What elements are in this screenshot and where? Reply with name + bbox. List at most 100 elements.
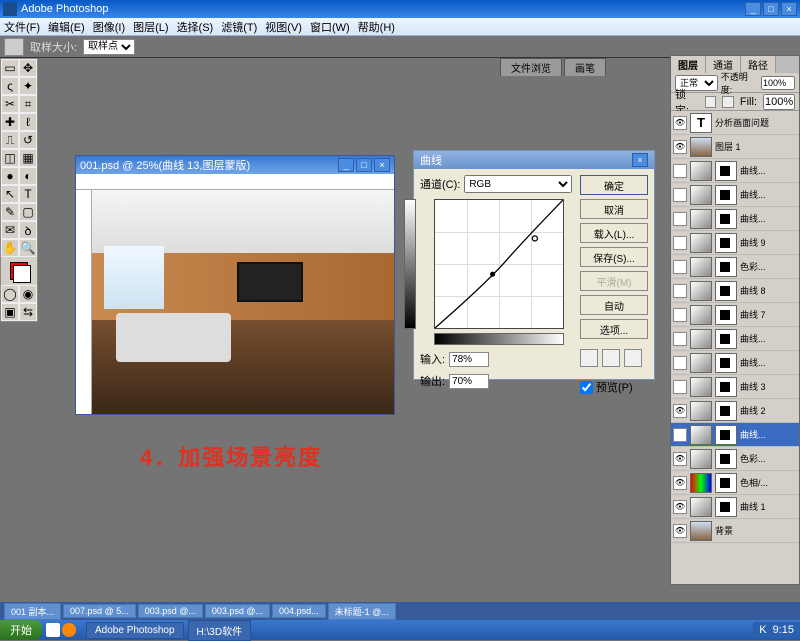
mask-thumb[interactable]: [715, 425, 737, 445]
marquee-tool-icon[interactable]: ▭: [1, 59, 19, 77]
white-point-icon[interactable]: [624, 349, 642, 367]
maximize-button[interactable]: □: [763, 2, 779, 16]
canvas[interactable]: [92, 190, 394, 414]
visibility-icon[interactable]: [673, 308, 687, 322]
layer-row[interactable]: 曲线...: [671, 207, 799, 231]
layer-thumb[interactable]: [690, 185, 712, 205]
layer-thumb[interactable]: [690, 521, 712, 541]
channel-select[interactable]: RGB: [464, 175, 572, 193]
visibility-icon[interactable]: [673, 284, 687, 298]
mask-thumb[interactable]: [715, 257, 737, 277]
layer-thumb[interactable]: [690, 497, 712, 517]
fill-input[interactable]: [763, 94, 795, 110]
layer-thumb[interactable]: [690, 329, 712, 349]
visibility-icon[interactable]: 👁: [673, 452, 687, 466]
taskbar-item[interactable]: H:\3D软件: [188, 620, 252, 641]
visibility-icon[interactable]: [673, 212, 687, 226]
layer-thumb[interactable]: [690, 209, 712, 229]
mask-thumb[interactable]: [715, 377, 737, 397]
shape-tool-icon[interactable]: ▢: [19, 203, 37, 221]
tab-file-browser[interactable]: 文件浏览: [500, 58, 562, 76]
layer-row[interactable]: 曲线...: [671, 351, 799, 375]
mask-thumb[interactable]: [715, 281, 737, 301]
load-button[interactable]: 载入(L)...: [580, 223, 648, 243]
crop-tool-icon[interactable]: ✂: [1, 95, 19, 113]
visibility-icon[interactable]: 👁: [673, 404, 687, 418]
visibility-icon[interactable]: [673, 164, 687, 178]
taskbar-item[interactable]: Adobe Photoshop: [86, 622, 184, 639]
layer-row[interactable]: 曲线 7: [671, 303, 799, 327]
blur-tool-icon[interactable]: ●: [1, 167, 19, 185]
system-tray[interactable]: K 9:15: [753, 622, 800, 638]
layer-row[interactable]: 色彩...: [671, 255, 799, 279]
layer-thumb[interactable]: [690, 353, 712, 373]
visibility-icon[interactable]: 👁: [673, 524, 687, 538]
doc-maximize-button[interactable]: □: [356, 158, 372, 172]
black-point-icon[interactable]: [580, 349, 598, 367]
visibility-icon[interactable]: [673, 260, 687, 274]
menu-window[interactable]: 窗口(W): [310, 19, 350, 35]
doc-close-button[interactable]: ×: [374, 158, 390, 172]
zoom-tool-icon[interactable]: 🔍: [19, 239, 37, 257]
lock-pixels-icon[interactable]: [705, 96, 717, 108]
dodge-tool-icon[interactable]: ◐: [19, 167, 37, 185]
mask-thumb[interactable]: [715, 161, 737, 181]
brush-tool-icon[interactable]: ℓ: [19, 113, 37, 131]
wand-tool-icon[interactable]: ✦: [19, 77, 37, 95]
mask-thumb[interactable]: [715, 449, 737, 469]
lasso-tool-icon[interactable]: ς: [1, 77, 19, 95]
eyedropper-icon[interactable]: ꝺ: [19, 221, 37, 239]
input-field[interactable]: [449, 352, 489, 367]
notes-tool-icon[interactable]: ✉: [1, 221, 19, 239]
output-field[interactable]: [449, 374, 489, 389]
gradient-tool-icon[interactable]: ▦: [19, 149, 37, 167]
move-tool-icon[interactable]: ✥: [19, 59, 37, 77]
layer-row[interactable]: 曲线...: [671, 159, 799, 183]
doc-tab[interactable]: 003.psd @...: [205, 604, 270, 618]
layer-thumb[interactable]: [690, 161, 712, 181]
visibility-icon[interactable]: 👁: [673, 116, 687, 130]
close-button[interactable]: ×: [781, 2, 797, 16]
background-color[interactable]: [13, 265, 31, 283]
quickmask-on-icon[interactable]: ◉: [19, 285, 37, 303]
preview-checkbox[interactable]: 预览(P): [580, 379, 648, 395]
layer-thumb[interactable]: [690, 257, 712, 277]
doc-tab[interactable]: 未标题-1 @...: [328, 603, 396, 620]
curves-close-button[interactable]: ×: [632, 153, 648, 167]
curves-titlebar[interactable]: 曲线 ×: [414, 151, 654, 169]
visibility-icon[interactable]: [673, 188, 687, 202]
path-tool-icon[interactable]: ↖: [1, 185, 19, 203]
ok-button[interactable]: 确定: [580, 175, 648, 195]
layer-row[interactable]: 👁背景: [671, 519, 799, 543]
layer-thumb[interactable]: [690, 281, 712, 301]
mask-thumb[interactable]: [715, 353, 737, 373]
layer-thumb[interactable]: [690, 377, 712, 397]
layer-thumb[interactable]: [690, 137, 712, 157]
visibility-icon[interactable]: [673, 356, 687, 370]
curves-grid[interactable]: [434, 199, 564, 329]
menu-layer[interactable]: 图层(L): [133, 19, 168, 35]
layer-row[interactable]: 曲线 9: [671, 231, 799, 255]
gray-point-icon[interactable]: [602, 349, 620, 367]
layer-thumb[interactable]: [690, 401, 712, 421]
layer-thumb[interactable]: [690, 305, 712, 325]
layer-thumb[interactable]: [690, 473, 712, 493]
menu-select[interactable]: 选择(S): [177, 19, 214, 35]
visibility-icon[interactable]: 👁: [673, 140, 687, 154]
layer-thumb[interactable]: [690, 425, 712, 445]
visibility-icon[interactable]: [673, 380, 687, 394]
sample-size-select[interactable]: 取样点: [83, 39, 135, 55]
menu-edit[interactable]: 编辑(E): [48, 19, 85, 35]
menu-filter[interactable]: 滤镜(T): [221, 19, 257, 35]
tray-icon[interactable]: K: [759, 624, 766, 636]
eraser-tool-icon[interactable]: ◫: [1, 149, 19, 167]
doc-tab[interactable]: 004.psd...: [272, 604, 326, 618]
doc-tab[interactable]: 003.psd @...: [138, 604, 203, 618]
mask-thumb[interactable]: [715, 209, 737, 229]
layer-thumb[interactable]: [690, 233, 712, 253]
minimize-button[interactable]: _: [745, 2, 761, 16]
quicklaunch-icon[interactable]: [46, 623, 60, 637]
menu-help[interactable]: 帮助(H): [358, 19, 395, 35]
pen-tool-icon[interactable]: ✎: [1, 203, 19, 221]
mask-thumb[interactable]: [715, 233, 737, 253]
